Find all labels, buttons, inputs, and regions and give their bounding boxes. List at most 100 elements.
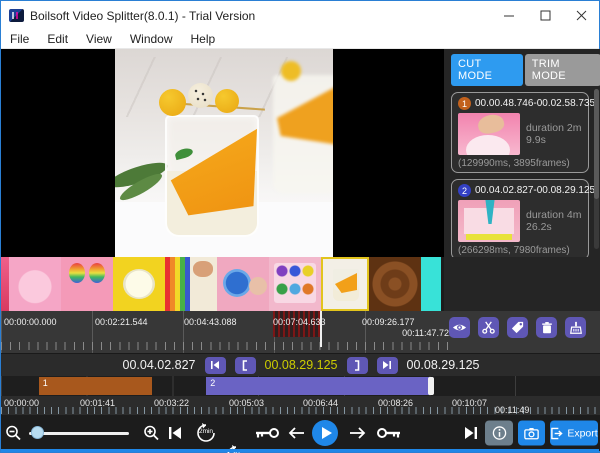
key-right-icon	[377, 427, 401, 440]
thumbnail-blue-bowl[interactable]	[217, 257, 269, 311]
segment-2-duration: duration 4m 26.2s	[526, 209, 582, 233]
bracket-close-icon	[353, 360, 361, 371]
goto-first-frame-button[interactable]	[167, 425, 183, 441]
back-2min-button[interactable]: 2min	[195, 422, 217, 444]
scrollbar-thumb[interactable]	[594, 89, 599, 199]
segment-overview-bar[interactable]: 1 2	[1, 376, 600, 396]
cut-mode-button[interactable]: CUT MODE	[451, 54, 523, 86]
dragonfruit-ball	[188, 83, 213, 108]
menu-edit[interactable]: Edit	[38, 32, 77, 46]
timeline-ruler[interactable]: 00:00:00.000 00:02:21.544 00:04:43.088 0…	[1, 311, 456, 353]
segment-1-thumbnail	[458, 113, 520, 155]
timeline-thumbnail-strip[interactable]	[1, 257, 444, 311]
thumbnail-mango-glass-selected[interactable]	[321, 257, 369, 311]
overview-segment-1[interactable]: 1	[39, 377, 152, 395]
overview-tick-label: 00:00:00	[4, 398, 39, 408]
preview-button[interactable]	[449, 317, 470, 338]
menu-bar: File Edit View Window Help	[1, 30, 599, 49]
segment-panel: CUT MODE TRIM MODE 1 00.00.48.746-00.02.…	[444, 49, 600, 257]
zoom-in-button[interactable]	[143, 425, 160, 442]
overview-segment-2[interactable]: 2	[206, 377, 433, 395]
scissors-icon	[481, 320, 496, 335]
ruler-ticks	[1, 342, 456, 350]
info-button[interactable]	[485, 421, 513, 446]
set-end-button[interactable]	[347, 357, 368, 374]
zoom-out-button[interactable]	[5, 425, 22, 442]
segment-list-scrollbar[interactable]	[594, 89, 599, 249]
thumbnail-chocolate-swirl[interactable]	[369, 257, 421, 311]
step-back-button[interactable]	[288, 427, 306, 439]
clear-button[interactable]	[565, 317, 586, 338]
goto-start-button[interactable]	[205, 357, 226, 374]
overview-position-handle[interactable]	[428, 377, 434, 395]
thumbnail-rainbow-cones[interactable]	[61, 257, 113, 311]
overview-end-label: 00:11:49	[495, 405, 529, 415]
thumbnail-cyan[interactable]	[421, 257, 441, 311]
prev-keyframe-button[interactable]	[255, 427, 279, 440]
zoom-slider[interactable]	[29, 432, 129, 435]
background-dessert-glass	[273, 75, 333, 193]
ruler-tick-label: 00:04:43.088	[184, 317, 237, 327]
minimize-button[interactable]	[491, 1, 527, 30]
arrow-left-icon	[288, 427, 306, 439]
maximize-button[interactable]	[527, 1, 563, 30]
playhead[interactable]	[320, 311, 322, 347]
overview-segment-1-label: 1	[43, 378, 48, 388]
mango-dessert-glass	[165, 115, 259, 237]
title-bar: Boilsoft Video Splitter(8.0.1) - Trial V…	[1, 1, 599, 30]
skip-to-end-icon	[463, 425, 479, 441]
app-icon	[9, 9, 24, 22]
thumbnail-milk-bowl[interactable]	[113, 257, 165, 311]
segment-1-badge: 1	[458, 97, 471, 110]
mango-ball	[159, 89, 186, 116]
segment-end-time: 00.08.29.125	[407, 358, 480, 372]
thumbnail-popsicle-palette[interactable]	[269, 257, 321, 311]
broom-icon	[569, 321, 583, 335]
overview-tick-label: 00:01:41	[80, 398, 115, 408]
eye-icon	[452, 320, 467, 335]
mango-ball-2	[215, 89, 239, 113]
close-button[interactable]	[563, 1, 599, 30]
menu-view[interactable]: View	[77, 32, 121, 46]
segment-panel-lower	[444, 257, 600, 311]
camera-icon	[524, 427, 539, 439]
segment-card-1[interactable]: 1 00.00.48.746-00.02.58.735 duration 2m …	[451, 92, 589, 173]
overview-ruler[interactable]: 00:00:00 00:01:41 00:03:22 00:05:03 00:0…	[1, 396, 600, 415]
current-position-time: 00.08.29.125	[265, 358, 338, 372]
thumbnail-pink-jelly[interactable]	[9, 257, 61, 311]
snapshot-button[interactable]	[518, 421, 545, 446]
segment-2-details: (266298ms, 7980frames)	[458, 245, 582, 256]
overview-segment-2-label: 2	[210, 378, 215, 388]
thumbnail-edge[interactable]	[1, 257, 9, 311]
trim-mode-button[interactable]: TRIM MODE	[525, 54, 600, 86]
video-frame-image	[115, 49, 333, 257]
export-button[interactable]: Export	[550, 421, 598, 446]
goto-last-frame-button[interactable]	[463, 425, 479, 441]
mark-button[interactable]	[507, 317, 528, 338]
step-forward-button[interactable]	[348, 427, 366, 439]
menu-file[interactable]: File	[1, 32, 38, 46]
export-label: Export	[567, 427, 597, 439]
next-keyframe-button[interactable]	[377, 427, 401, 440]
overview-tick-label: 00:05:03	[229, 398, 264, 408]
skip-start-icon	[210, 360, 220, 370]
zoom-in-icon	[143, 425, 160, 442]
menu-help[interactable]: Help	[182, 32, 225, 46]
zoom-slider-handle[interactable]	[31, 426, 44, 439]
zoom-out-icon	[5, 425, 22, 442]
segment-card-2[interactable]: 2 00.04.02.827-00.08.29.125 duration 4m …	[451, 179, 589, 260]
thumbnail-rainbow-cake[interactable]	[165, 257, 217, 311]
goto-end-button[interactable]	[377, 357, 398, 374]
video-preview	[1, 49, 444, 257]
delete-button[interactable]	[536, 317, 557, 338]
segment-1-range: 00.00.48.746-00.02.58.735	[475, 98, 595, 109]
split-button[interactable]	[478, 317, 499, 338]
rewind-2min-label: 2min	[195, 428, 217, 435]
play-button[interactable]	[312, 420, 338, 446]
skip-to-start-icon	[167, 425, 183, 441]
export-icon	[550, 427, 563, 439]
segment-1-duration: duration 2m 9.9s	[526, 122, 582, 146]
menu-window[interactable]: Window	[121, 32, 182, 46]
ruler-tick-label: 00:02:21.544	[95, 317, 148, 327]
set-begin-button[interactable]	[235, 357, 256, 374]
